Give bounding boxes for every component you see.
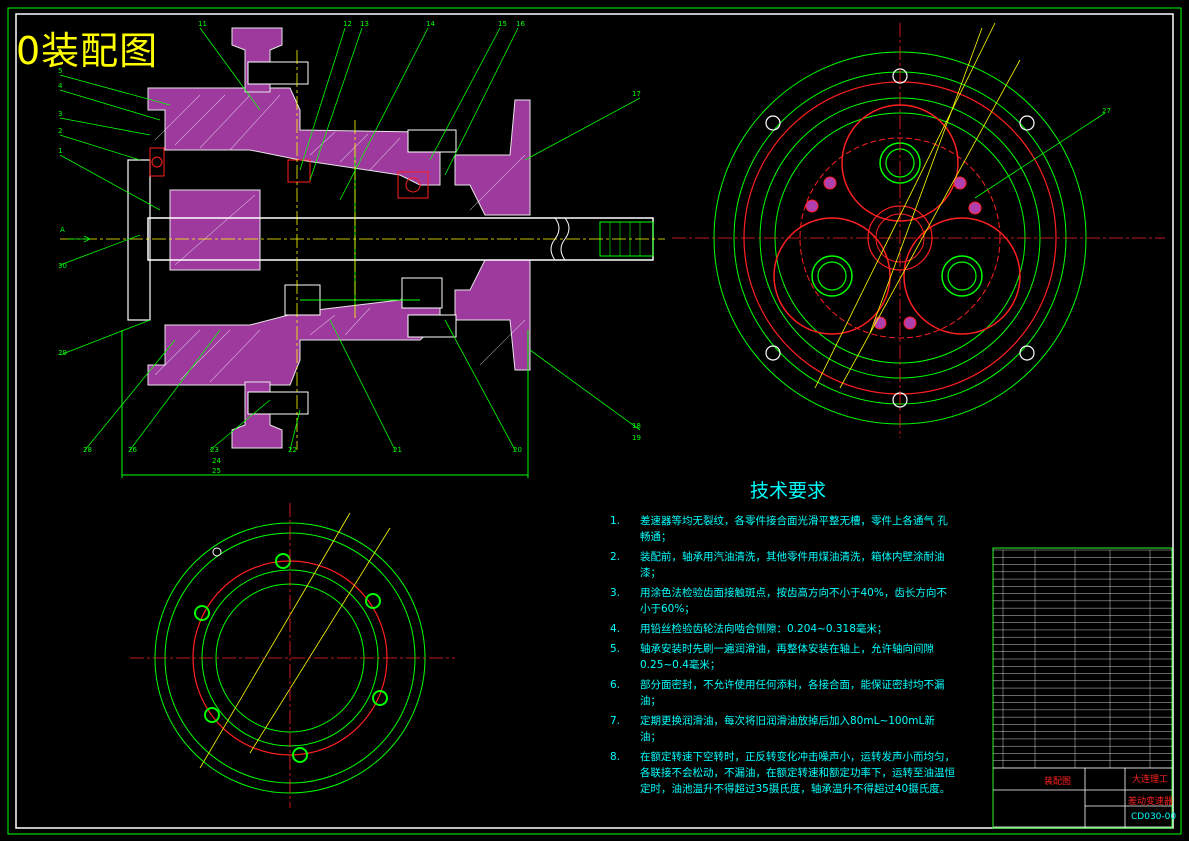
assembly-drawing-sheet: 1 2 3 4 5 11 12 13 14 15 16 17 18 19 20 …: [7, 7, 1182, 835]
callout-24: 24: [212, 457, 221, 465]
bolt-top: [247, 61, 309, 85]
right-bearing-housing: [454, 99, 531, 216]
callout-12: 12: [343, 20, 352, 28]
callout-20: 20: [513, 446, 522, 454]
callout-3: 3: [58, 110, 62, 118]
callout-26: 26: [128, 446, 137, 454]
title-product: 差动变速器: [1128, 797, 1174, 807]
callout-11: 11: [198, 20, 207, 28]
callout-25: 25: [212, 467, 221, 475]
tech-item: 1. 差速器等均无裂纹，各零件接合面光滑平整无槽，零件上各通气 孔畅通；: [610, 515, 948, 543]
drawing-corner-title: 0装配图: [16, 29, 159, 73]
callout-29: 29: [58, 349, 67, 357]
tech-item: 7. 定期更换润滑油，每次将旧润滑油放掉后加入80mL~100mL新油；: [610, 715, 935, 743]
callout-19: 19: [632, 434, 641, 442]
tech-item: 2. 装配前，轴承用汽油清洗，其他零件用煤油清洗，箱体内壁涂耐油漆；: [610, 551, 945, 579]
callout-17: 17: [632, 90, 641, 98]
callout-13: 13: [360, 20, 369, 28]
section-view: 1 2 3 4 5 11 12 13 14 15 16 17 18 19 20 …: [58, 20, 1111, 478]
callout-14: 14: [426, 20, 435, 28]
tech-item: 6. 部分面密封，不允许使用任何添料，各接合面，能保证密封均不漏油；: [610, 679, 945, 707]
callout-22: 22: [288, 446, 297, 454]
callout-21: 21: [393, 446, 402, 454]
callout-15: 15: [498, 20, 507, 28]
title-drawing-number: CD030-00: [1131, 812, 1177, 822]
tech-item: 3. 用涂色法检验齿面接触斑点，按齿高方向不小于40%，齿长方向不小于60%；: [610, 587, 947, 615]
front-view: [672, 22, 1165, 438]
title-school: 大连理工: [1132, 775, 1169, 785]
housing-top: [147, 87, 441, 186]
view-a: [130, 503, 455, 808]
parts-list-rows: [993, 549, 1172, 769]
callout-1: 1: [58, 147, 62, 155]
title-drawing-name: 装配图: [1044, 777, 1072, 787]
callout-30: 30: [58, 262, 67, 270]
technical-requirements: 技术要求 1. 差速器等均无裂纹，各零件接合面光滑平整无槽，零件上各通气 孔畅通；…: [610, 476, 955, 801]
callout-4: 4: [58, 82, 63, 90]
view-marker-a: A: [60, 226, 65, 234]
tech-item: 4. 用铅丝检验齿轮法向啮合侧隙：0.204~0.318毫米；: [610, 623, 888, 635]
tech-item: 8. 在额定转速下空转时，正反转变化冲击噪声小，运转发声小而均匀，各联接不会松动，…: [610, 751, 955, 795]
callout-23: 23: [210, 446, 219, 454]
callout-2: 2: [58, 127, 62, 135]
tech-requirements-title: 技术要求: [750, 480, 827, 502]
callout-28: 28: [83, 446, 92, 454]
callout-16: 16: [516, 20, 525, 28]
right-bearing-housing-low: [454, 259, 531, 371]
callout-18: 18: [632, 422, 641, 430]
planet-gears: [773, 104, 1021, 335]
tech-item: 5. 轴承安装时先刷一遍润滑油，再整体安装在轴上，允许轴向间隙0.25~0.4毫米…: [610, 643, 934, 671]
